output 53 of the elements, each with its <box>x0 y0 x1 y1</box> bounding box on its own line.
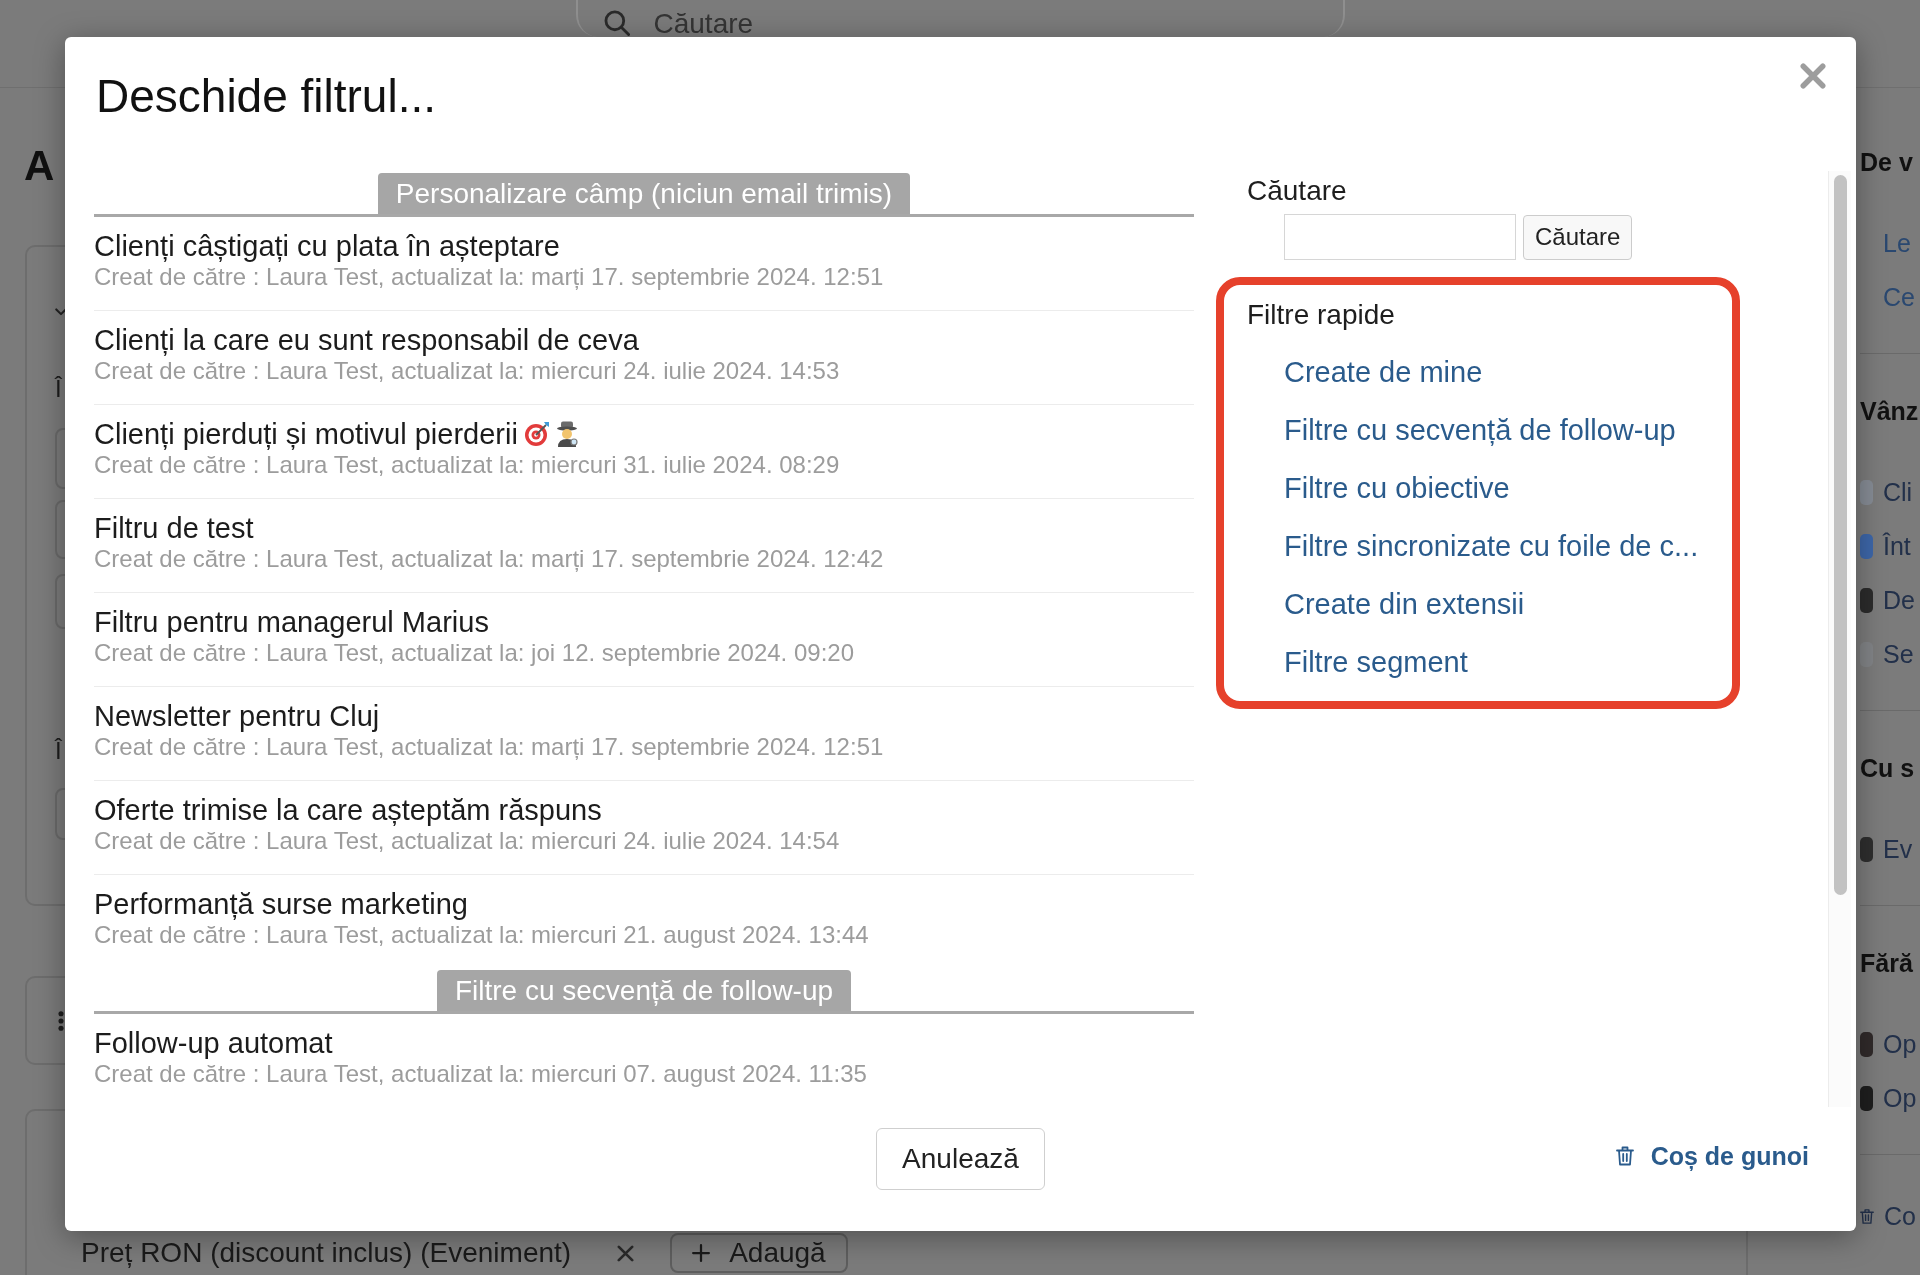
filter-meta: Creat de către : Laura Test, actualizat la: miercuri 24. iulie 2024. 14:54 <box>94 827 840 855</box>
price-field-label: Preț RON (discount inclus) (Eveniment) <box>81 1236 572 1270</box>
filter-meta: Creat de către : Laura Test, actualizat la: miercuri 24. iulie 2024. 14:53 <box>94 357 840 385</box>
section-heading: Fără <box>1860 948 1913 979</box>
filter-name[interactable]: Filtru de test <box>94 511 254 545</box>
filter-meta: Creat de către : Laura Test, actualizat la: marți 17. septembrie 2024. 12:51 <box>94 263 884 291</box>
add-button[interactable]: Adaugă <box>670 1233 848 1273</box>
page-title: A <box>24 142 55 190</box>
plus-icon <box>692 1244 711 1262</box>
section-heading: Vânz <box>1860 396 1919 427</box>
search-icon <box>603 10 630 36</box>
filter-name[interactable]: Filtru pentru managerul Marius <box>94 605 489 639</box>
filter-name[interactable]: Clienți la care eu sunt responsabil de ceva <box>94 323 639 357</box>
quick-filter-link[interactable]: Filtre cu obiective <box>1284 471 1510 505</box>
filter-name[interactable]: Clienți pierduți și motivul pierderii <box>94 417 518 451</box>
quick-filter-link[interactable]: Filtre sincronizate cu foile de c... <box>1284 529 1699 563</box>
quick-filter-link[interactable]: Create din extensii <box>1284 587 1525 621</box>
search-input[interactable] <box>1284 214 1516 260</box>
field-label: Î <box>55 737 62 765</box>
filter-meta: Creat de către : Laura Test, actualizat la: marți 17. septembrie 2024. 12:51 <box>94 733 884 761</box>
search-button[interactable]: Căutare <box>1523 214 1633 260</box>
quick-filter-link[interactable]: Filtre segment <box>1284 645 1468 679</box>
filter-meta: Creat de către : Laura Test, actualizat la: miercuri 07. august 2024. 11:35 <box>94 1060 867 1088</box>
filter-meta: Creat de către : Laura Test, actualizat la: miercuri 21. august 2024. 13:44 <box>94 921 869 949</box>
quick-filter-link[interactable]: Create de mine <box>1284 355 1483 389</box>
filter-name[interactable]: Performanță surse marketing <box>94 887 468 921</box>
trash-icon <box>1615 1146 1634 1166</box>
search-label: Căutare <box>1247 174 1347 208</box>
filter-name[interactable]: Clienți câștigați cu plata în așteptare <box>94 229 560 263</box>
trash-icon <box>1860 1207 1874 1225</box>
trash-link[interactable]: Coș de gunoi <box>1615 1140 1809 1172</box>
filter-name[interactable]: Follow-up automat <box>94 1026 333 1060</box>
filter-meta: Creat de către : Laura Test, actualizat la: joi 12. septembrie 2024. 09:20 <box>94 639 854 667</box>
scrollbar[interactable] <box>1828 171 1851 1107</box>
target-icon <box>523 421 550 447</box>
group-heading: Personalizare câmp (niciun email trimis) <box>377 173 911 214</box>
section-heading: Filtre rapide <box>1247 298 1395 332</box>
section-heading: Cu s <box>1860 753 1915 784</box>
chevron-icon[interactable] <box>55 308 67 316</box>
quick-filter-link[interactable]: Filtre cu secvență de follow-up <box>1284 413 1676 447</box>
more-icon[interactable] <box>58 1010 64 1031</box>
section-heading: De v <box>1860 147 1913 178</box>
cancel-button[interactable]: Anulează <box>876 1128 1045 1190</box>
group-heading: Filtre cu secvență de follow-up <box>436 970 852 1011</box>
filter-name[interactable]: Newsletter pentru Cluj <box>94 699 380 733</box>
filter-meta: Creat de către : Laura Test, actualizat la: marți 17. septembrie 2024. 12:42 <box>94 545 884 573</box>
remove-icon[interactable] <box>617 1244 635 1262</box>
dialog-title: Deschide filtrul... <box>96 70 436 122</box>
filter-meta: Creat de către : Laura Test, actualizat la: miercuri 31. iulie 2024. 08:29 <box>94 451 840 479</box>
field-label: Î <box>55 375 62 403</box>
detective-icon <box>555 421 578 447</box>
filter-name[interactable]: Oferte trimise la care așteptăm răspuns <box>94 793 602 827</box>
scrollbar-thumb[interactable] <box>1833 175 1847 895</box>
